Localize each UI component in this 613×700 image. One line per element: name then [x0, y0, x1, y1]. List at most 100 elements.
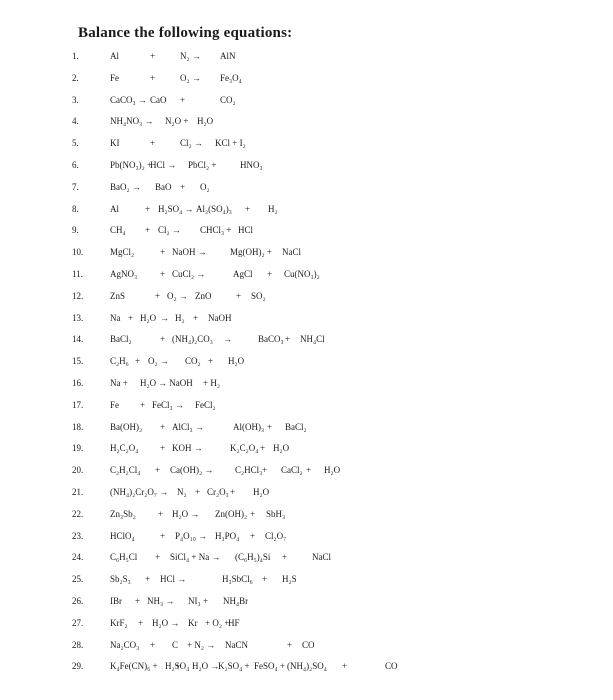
plus-sign: +	[195, 487, 201, 497]
equation-row: 7. BaO₂ → BaO + O₂	[0, 182, 613, 196]
plus-sign: +	[145, 225, 151, 236]
chemical-term: CO₂	[220, 94, 236, 105]
chemical-term: FeCl₂	[195, 399, 216, 410]
plus-sign: +	[155, 290, 161, 301]
chemical-term: SbH₃	[266, 508, 286, 519]
equation-row: 17. Fe + FeCl₃ → FeCl₂	[0, 400, 613, 414]
chemical-term: AlN	[220, 51, 236, 61]
chemical-term: HNO₃	[240, 160, 263, 170]
chemical-term: CO₂	[185, 356, 201, 367]
equation-number: 24.	[72, 552, 84, 563]
chemical-term: H₂O →	[152, 617, 180, 628]
chemical-term: N₂ →	[180, 51, 201, 61]
equation-row: 19. H₂C₂O₄ + KOH → K₂C₂O₄ + H₂O	[0, 443, 613, 457]
plus-sign: +	[203, 596, 209, 606]
chemical-term: H₃SbCl₆	[222, 574, 253, 585]
equation-number: 25.	[72, 574, 84, 585]
equation-number: 28.	[72, 639, 84, 650]
plus-sign: +	[285, 334, 291, 345]
chemical-term: Ba(OH)₂	[110, 421, 143, 432]
chemical-term: NaCl	[282, 247, 301, 258]
chemical-term: HCl	[238, 225, 254, 236]
chemical-term: NH₃ →	[147, 596, 175, 606]
equation-number: 1.	[72, 51, 79, 61]
equation-number: 26.	[72, 596, 84, 606]
chemical-term: ZnO	[195, 290, 212, 301]
chemical-term: PbCl₂ +	[188, 160, 217, 170]
equation-row: 18. Ba(OH)₂ + AlCl₃ → Al(OH)₃ + BaCl₂	[0, 422, 613, 436]
equation-row: 14. BaCl₂ + (NH₄)₂CO₃ → BaCO₃ + NH₄Cl	[0, 334, 613, 348]
chemical-term: H₂O	[197, 116, 214, 127]
chemical-term: C₂H₆	[110, 356, 129, 367]
chemical-term: KI	[110, 138, 120, 149]
equation-row: 3. CaCO₃ → CaO + CO₂	[0, 95, 613, 109]
chemical-term: Mg(OH)₂ +	[230, 247, 272, 258]
plus-sign: +	[287, 639, 293, 650]
chemical-term: Cu(NO₃)₂	[284, 269, 320, 279]
plus-sign: +	[250, 530, 256, 541]
equation-number: 5.	[72, 138, 79, 149]
equation-number: 23.	[72, 530, 84, 541]
chemical-term: CO	[385, 661, 398, 672]
chemical-term: NaOH	[208, 312, 232, 323]
plus-sign: +	[155, 465, 161, 476]
plus-sign: +	[158, 508, 164, 519]
plus-sign: +	[140, 399, 146, 410]
equation-row: 5. KI + Cl₂ → KCl + I₂	[0, 138, 613, 152]
chemical-term: Na +	[110, 378, 128, 388]
arrow-icon: →	[223, 334, 232, 345]
plus-sign: +	[193, 312, 199, 323]
equation-row: 23. HClO₄ + P₄O₁₀ → H₃PO₄ + Cl₂O₇	[0, 531, 613, 545]
chemical-term: N₂O +	[165, 116, 189, 127]
equation-number: 8.	[72, 203, 79, 214]
plus-sign: +	[282, 552, 288, 563]
plus-sign: +	[135, 596, 141, 606]
plus-sign: +	[180, 94, 186, 105]
chemical-term: CH₄	[110, 225, 126, 236]
equation-number: 6.	[72, 160, 79, 170]
equation-row: 12. ZnS + O₂ → ZnO + SO₂	[0, 291, 613, 305]
equation-number: 21.	[72, 487, 84, 497]
chemical-term: H₂O	[324, 465, 341, 476]
chemical-term: KrF₂	[110, 617, 128, 628]
plus-sign: +	[160, 530, 166, 541]
plus-sign: +	[230, 487, 236, 497]
plus-sign: +	[236, 290, 242, 301]
chemical-term: Sb₂S₃	[110, 574, 131, 585]
plus-sign: +	[138, 617, 144, 628]
equation-row: 8. Al + H₂SO₄ → Al₂(SO₄)₃ + H₂	[0, 204, 613, 218]
chemical-term: CaO	[150, 94, 167, 105]
chemical-term: P₄O₁₀ →	[175, 530, 208, 541]
chemical-term: CHCl₃ +	[200, 225, 232, 236]
chemical-term: Pb(NO₃)₂ +	[110, 160, 153, 170]
chemical-term: O₂ →	[180, 72, 201, 83]
chemical-term: SO₂	[251, 290, 266, 301]
chemical-term: Na₂CO₃	[110, 639, 140, 650]
chemical-term: AgNO₃	[110, 269, 138, 279]
equation-row: 6. Pb(NO₃)₂ + HCl → PbCl₂ + HNO₃	[0, 160, 613, 174]
chemical-term: Al₂(SO₄)₃	[196, 203, 232, 214]
plus-sign: +	[135, 356, 141, 367]
plus-sign: +	[175, 661, 181, 672]
plus-sign: +	[150, 72, 156, 83]
chemical-term: CaCO₃ →	[110, 94, 147, 105]
chemical-term: H₂O →	[172, 508, 200, 519]
chemical-term: Al	[110, 51, 119, 61]
equation-row: 11. AgNO₃ + CuCl₂ → AgCl + Cu(NO₃)₂	[0, 269, 613, 283]
equation-row: 20. C₂H₂Cl₄ + Ca(OH)₂ → C₂HCl₃ + CaCl₂ + H₂O	[0, 465, 613, 479]
chemical-term: Zn(OH)₂	[215, 508, 248, 519]
chemical-term: O₂ →	[167, 290, 188, 301]
chemical-term: H₃PO₄	[215, 530, 240, 541]
equation-row: 2. Fe + O₂ → Fe₃O₄	[0, 73, 613, 87]
chemical-term: C₂HCl₃	[235, 465, 263, 476]
plus-sign: +	[160, 443, 166, 454]
chemical-term: C₆H₅Cl	[110, 552, 138, 563]
equation-number: 17.	[72, 399, 84, 410]
plus-sign: +	[128, 312, 134, 323]
chemical-term: HCl →	[150, 160, 177, 170]
equation-number: 9.	[72, 225, 79, 236]
plus-sign: +	[150, 639, 156, 650]
equation-number: 4.	[72, 116, 79, 127]
equation-row: 21. (NH₄)₂Cr₂O₇ → N₂ + Cr₂O₃ + H₂O	[0, 487, 613, 501]
chemical-term: HF	[228, 617, 240, 628]
